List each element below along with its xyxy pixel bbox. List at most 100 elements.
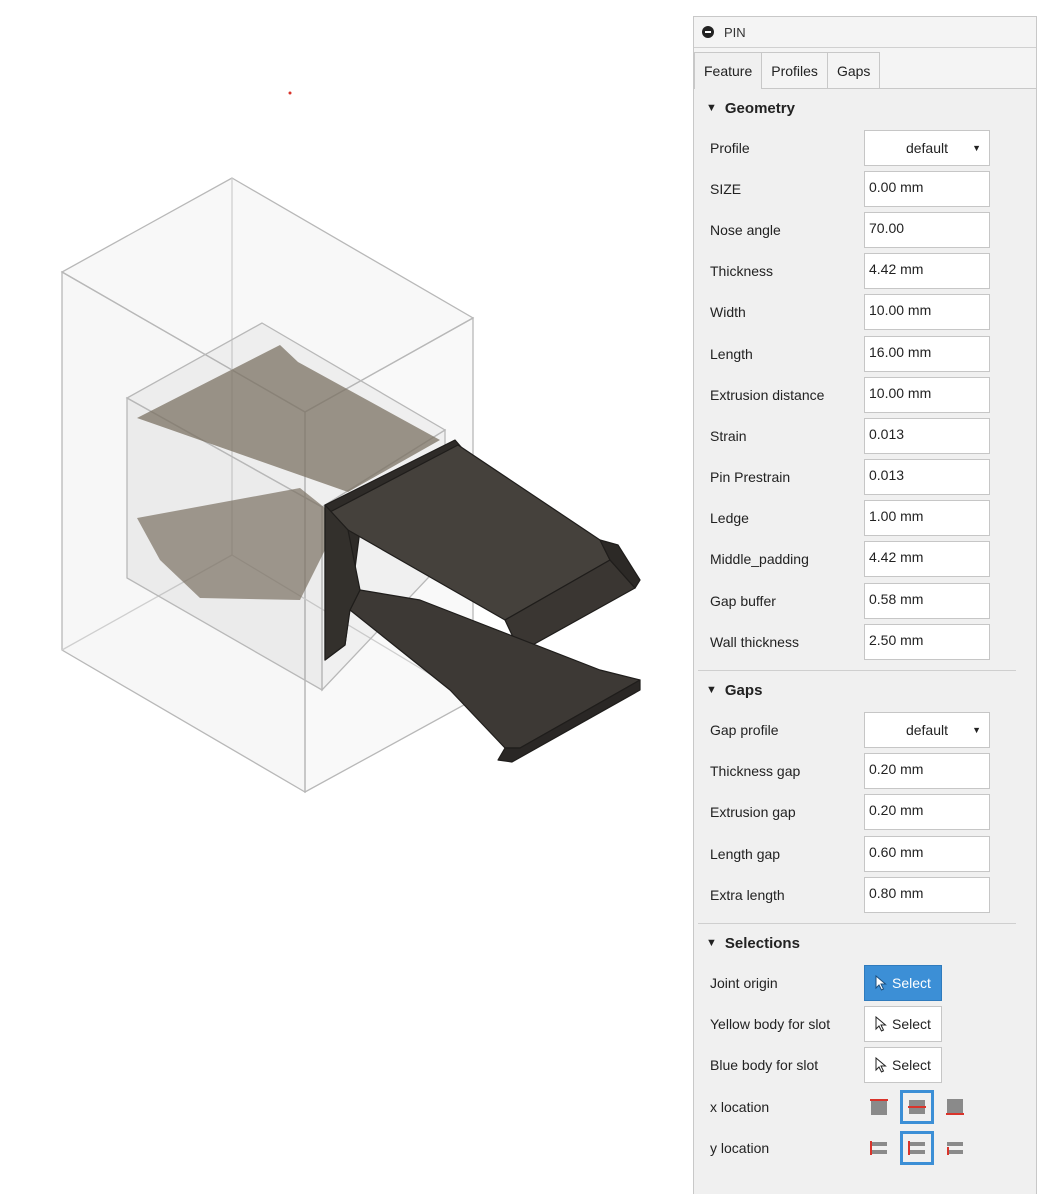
geometry-row: Middle_padding 4.42 mm [694,539,1036,580]
select-button[interactable]: Select [864,964,942,1001]
select-button-label: Select [892,1016,931,1033]
cursor-arrow-icon [875,1057,887,1074]
gaps-section-header[interactable]: ▼ Gaps [694,671,1036,709]
gaps-value-input[interactable]: 0.20 mm [864,753,990,790]
geometry-value-input[interactable]: 10.00 mm [864,376,990,413]
panel-title: PIN [724,24,746,40]
geometry-row: Length 16.00 mm [694,333,1036,374]
profile-row: Profile default ▼ [694,127,1036,168]
selection-label: Joint origin [710,974,778,991]
tab-feature[interactable]: Feature [694,52,763,89]
panel-titlebar: PIN [694,17,1036,48]
selections-heading: Selections [724,934,800,952]
y-location-options [864,1130,970,1165]
geometry-value-input[interactable]: 1.00 mm [864,500,990,537]
geometry-row: Gap buffer 0.58 mm [694,580,1036,621]
center-line-icon[interactable] [900,1089,934,1124]
gaps-heading: Gaps [724,681,763,699]
top-edge-icon[interactable] [864,1092,894,1122]
geometry-row: Strain 0.013 [694,415,1036,456]
left-align-icon[interactable] [864,1133,894,1163]
x-location-label: x location [710,1098,770,1115]
geometry-heading: Geometry [724,99,795,117]
gaps-row: Thickness gap 0.20 mm [694,751,1036,792]
geometry-label: Thickness [710,263,774,280]
geometry-row: Width 10.00 mm [694,292,1036,333]
cursor-arrow-icon [875,974,887,991]
bottom-edge-icon[interactable] [940,1092,970,1122]
tab-profiles[interactable]: Profiles [762,52,828,88]
center-align-icon[interactable] [900,1130,934,1165]
select-button-label: Select [892,974,931,991]
geometry-label: Ledge [710,510,749,527]
selection-label: Yellow body for slot [710,1016,831,1033]
geometry-label: Width [710,304,746,321]
geometry-row: SIZE 0.00 mm [694,168,1036,209]
geometry-label: SIZE [710,180,742,197]
geometry-value-input[interactable]: 2.50 mm [864,623,990,660]
gaps-section: ▼ Gaps Gap profile default ▼ Thickness g… [694,671,1036,925]
geometry-value-input[interactable]: 0.013 [864,417,990,454]
gaps-label: Length gap [710,845,781,862]
tab-gaps[interactable]: Gaps [827,52,881,88]
pin-3d-model [60,91,641,794]
geometry-value-input[interactable]: 0.013 [864,459,990,496]
geometry-section: ▼ Geometry Profile default ▼ SIZE 0.00 mm… [694,89,1036,672]
geometry-value-input[interactable]: 0.00 mm [864,170,990,207]
geometry-value-input[interactable]: 10.00 mm [864,294,990,331]
gaps-row: Extra length 0.80 mm [694,874,1036,915]
gaps-value-input[interactable]: 0.60 mm [864,835,990,872]
geometry-row: Ledge 1.00 mm [694,498,1036,539]
geometry-value-input[interactable]: 70.00 [864,211,990,248]
geometry-label: Strain [710,427,747,444]
x-location-options [864,1089,970,1124]
gaps-label: Extrusion gap [710,804,796,821]
geometry-value-input[interactable]: 16.00 mm [864,335,990,372]
selections-section-header[interactable]: ▼ Selections [694,924,1036,962]
profile-value: default [905,139,949,156]
select-button[interactable]: Select [864,1006,942,1043]
selections-section: ▼ Selections Joint origin Select Yellow bo… [694,924,1036,1168]
geometry-label: Nose angle [710,221,781,238]
gaps-row: Extrusion gap 0.20 mm [694,792,1036,833]
collapse-panel-icon[interactable] [702,26,714,38]
gaps-value-input[interactable]: 0.20 mm [864,794,990,831]
geometry-row: Nose angle 70.00 [694,209,1036,250]
select-button[interactable]: Select [864,1047,942,1084]
selection-label: Blue body for slot [710,1057,819,1074]
collapse-triangle-icon: ▼ [706,937,717,950]
geometry-row: Pin Prestrain 0.013 [694,457,1036,498]
geometry-value-input[interactable]: 4.42 mm [864,253,990,290]
chevron-down-icon: ▼ [972,142,981,153]
geometry-section-header[interactable]: ▼ Geometry [694,89,1036,127]
geometry-label: Wall thickness [710,633,799,650]
select-button-label: Select [892,1057,931,1074]
geometry-value-input[interactable]: 0.58 mm [864,582,990,619]
geometry-row: Wall thickness 2.50 mm [694,621,1036,662]
gap-profile-dropdown[interactable]: default ▼ [864,712,990,749]
gaps-value-input[interactable]: 0.80 mm [864,876,990,913]
selection-row: Yellow body for slot Select [694,1004,1036,1045]
pin-properties-panel: PIN Feature Profiles Gaps ▼ Geometry Pro… [693,16,1037,1194]
geometry-value-input[interactable]: 4.42 mm [864,541,990,578]
y-location-row: y location [694,1127,1036,1168]
geometry-label: Pin Prestrain [710,469,791,486]
gap-profile-label: Gap profile [710,722,779,739]
cursor-arrow-icon [875,1016,887,1032]
profile-dropdown[interactable]: default ▼ [864,129,990,166]
collapse-triangle-icon: ▼ [706,102,717,114]
collapse-triangle-icon: ▼ [706,684,717,697]
geometry-label: Middle_padding [710,551,809,568]
gap-profile-value: default [905,722,949,739]
x-location-row: x location [694,1086,1036,1127]
selection-row: Joint origin Select [694,962,1036,1003]
panel-tabs: Feature Profiles Gaps [694,48,1036,89]
geometry-label: Gap buffer [710,592,776,609]
right-align-icon[interactable] [940,1133,970,1163]
profile-label: Profile [710,139,750,156]
gaps-row: Length gap 0.60 mm [694,833,1036,874]
gaps-label: Extra length [710,886,785,903]
geometry-row: Thickness 4.42 mm [694,251,1036,292]
y-location-label: y location [710,1139,770,1156]
model-viewport[interactable] [0,0,690,1194]
